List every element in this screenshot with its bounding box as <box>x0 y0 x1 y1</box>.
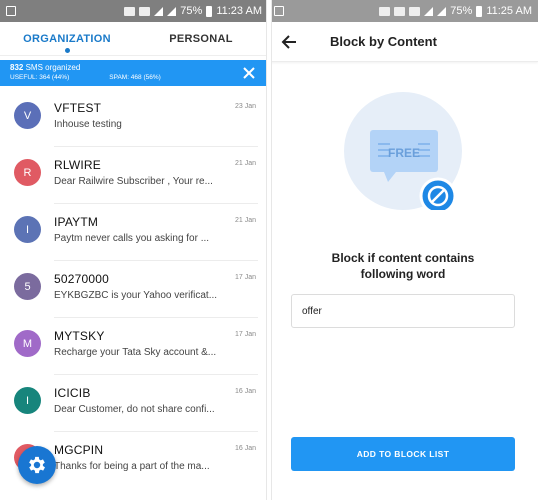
message-preview: Dear Customer, do not share confi... <box>54 404 215 415</box>
heading-line-1: Block if content contains <box>331 251 475 265</box>
message-preview: Recharge your Tata Sky account &... <box>54 347 217 358</box>
message-date: 16 Jan <box>234 388 256 395</box>
screen: 75% 11:23 AM ORGANIZATION PERSONAL 832 S… <box>0 0 538 500</box>
category-tabs: ORGANIZATION PERSONAL <box>0 22 268 56</box>
message-list: V VFTEST Inhouse testing 23 Jan R RLWIRE… <box>0 90 268 489</box>
avatar: R <box>14 159 41 186</box>
page-title: Block by Content <box>330 34 437 49</box>
sms-organizer-screen: 75% 11:23 AM ORGANIZATION PERSONAL 832 S… <box>0 0 268 500</box>
avatar: 5 <box>14 273 41 300</box>
gear-icon <box>29 456 45 474</box>
sender-name: MYTSKY <box>54 329 105 343</box>
message-row-50270000[interactable]: 5 50270000 EYKBGZBC is your Yahoo verifi… <box>0 261 268 318</box>
block-by-content-screen: 75% 11:25 AM Block by Content FREE Block… <box>268 0 538 500</box>
signal-icon <box>424 6 434 16</box>
message-row-rlwire[interactable]: R RLWIRE Dear Railwire Subscriber , Your… <box>0 147 268 204</box>
battery-icon <box>476 5 483 17</box>
message-row-vftest[interactable]: V VFTEST Inhouse testing 23 Jan <box>0 90 268 147</box>
close-icon[interactable] <box>242 64 256 82</box>
avatar: I <box>14 387 41 414</box>
battery-percent: 75% <box>450 5 473 17</box>
sender-name: VFTEST <box>54 101 102 115</box>
avatar: M <box>14 330 41 357</box>
sender-name: IPAYTM <box>54 215 99 229</box>
message-date: 17 Jan <box>234 274 256 281</box>
organized-number: 832 <box>10 63 24 72</box>
battery-percent: 75% <box>180 5 203 17</box>
sms-summary-banner: 832 SMS organized USEFUL: 364 (44%) SPAM… <box>0 60 268 86</box>
tab-personal[interactable]: PERSONAL <box>134 22 268 55</box>
active-tab-indicator <box>65 48 70 53</box>
message-preview: Paytm never calls you asking for ... <box>54 233 210 244</box>
message-row-mytsky[interactable]: M MYTSKY Recharge your Tata Sky account … <box>0 318 268 375</box>
app-bar: Block by Content <box>268 22 538 62</box>
free-label: FREE <box>388 146 420 160</box>
block-word-input[interactable] <box>291 294 515 328</box>
wifi-icon <box>409 6 421 16</box>
sender-name: RLWIRE <box>54 158 101 172</box>
back-arrow-icon[interactable] <box>280 33 298 51</box>
message-preview: Inhouse testing <box>54 119 122 130</box>
signal-icon-2 <box>437 6 447 16</box>
vibrate-icon <box>379 6 391 16</box>
image-notification-icon <box>274 6 284 16</box>
status-time: 11:23 AM <box>216 5 262 17</box>
block-instruction-heading: Block if content contains following word <box>288 250 518 282</box>
block-content-illustration: FREE <box>344 92 462 210</box>
settings-fab[interactable] <box>18 446 56 484</box>
message-preview: Dear Railwire Subscriber , Your re... <box>54 176 213 187</box>
organized-label: SMS organized <box>23 63 81 72</box>
sender-name: ICICIB <box>54 386 91 400</box>
message-date: 21 Jan <box>234 160 256 167</box>
spam-count: SPAM: 468 (56%) <box>109 74 161 81</box>
message-row-icicib[interactable]: I ICICIB Dear Customer, do not share con… <box>0 375 268 432</box>
heading-line-2: following word <box>360 267 446 281</box>
useful-count: USEFUL: 364 (44%) <box>10 74 70 81</box>
alarm-icon <box>394 6 406 16</box>
signal-icon-2 <box>167 6 177 16</box>
sms-organized-count: 832 SMS organized <box>10 63 258 73</box>
avatar: V <box>14 102 41 129</box>
add-to-block-list-button[interactable]: ADD TO BLOCK LIST <box>291 437 515 471</box>
avatar: I <box>14 216 41 243</box>
status-time: 11:25 AM <box>486 5 532 17</box>
message-date: 17 Jan <box>234 331 256 338</box>
message-preview: EYKBGZBC is your Yahoo verificat... <box>54 290 218 301</box>
message-date: 23 Jan <box>234 103 256 110</box>
vibrate-icon <box>124 6 136 16</box>
message-row-ipaytm[interactable]: I IPAYTM Paytm never calls you asking fo… <box>0 204 268 261</box>
status-bar: 75% 11:23 AM <box>0 0 268 22</box>
battery-icon <box>206 5 213 17</box>
signal-icon <box>154 6 164 16</box>
image-notification-icon <box>6 6 16 16</box>
pane-divider <box>267 0 271 500</box>
wifi-icon <box>139 6 151 16</box>
sender-name: 50270000 <box>54 272 109 286</box>
status-bar: 75% 11:25 AM <box>268 0 538 22</box>
message-preview: Thanks for being a part of the ma... <box>54 461 210 472</box>
sender-name: MGCPIN <box>54 443 104 457</box>
message-date: 21 Jan <box>234 217 256 224</box>
message-date: 16 Jan <box>234 445 256 452</box>
